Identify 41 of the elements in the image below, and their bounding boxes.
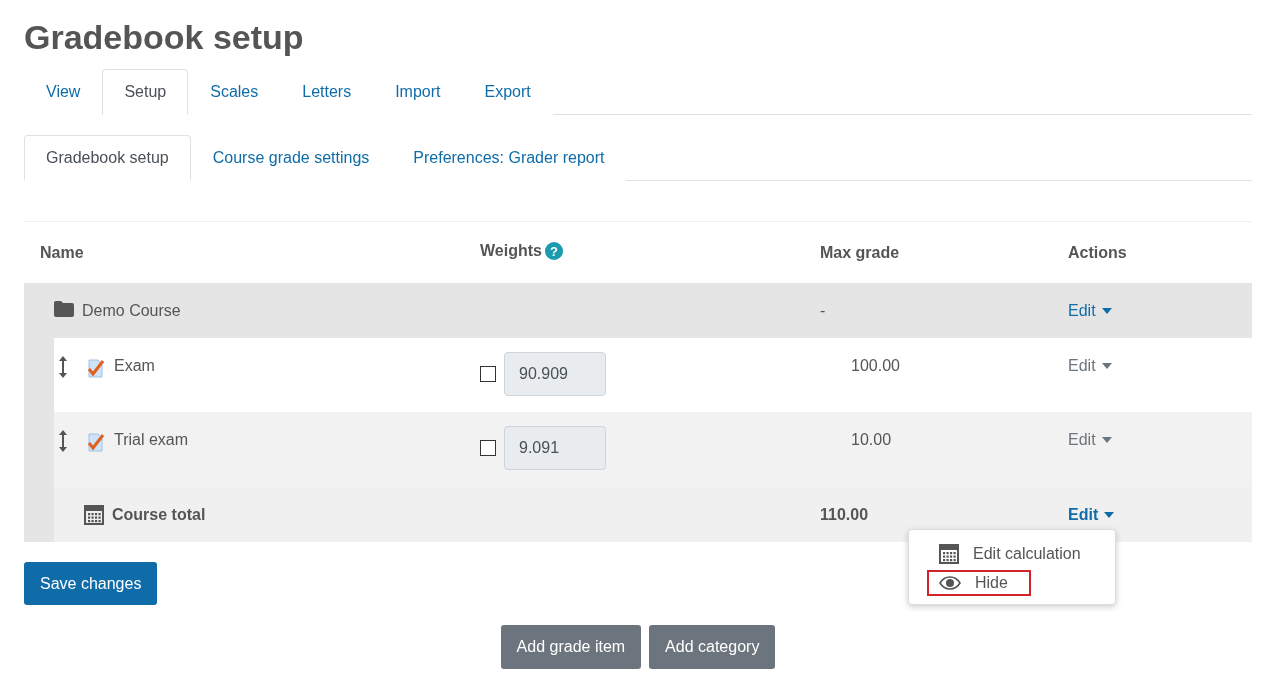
weight-field[interactable]: 9.091 [504,426,606,470]
item-name: Exam [114,356,155,376]
caret-icon [1104,512,1115,518]
caret-icon [1101,308,1112,314]
tab[interactable]: Gradebook setup [24,135,191,181]
calculator-icon [939,544,959,564]
tab[interactable]: Setup [102,69,189,115]
column-header: Max grade [820,243,900,262]
menu-item[interactable]: Hide [927,570,1031,596]
edit-menu-link[interactable]: Edit [1068,430,1112,450]
help-icon[interactable]: ? [544,241,563,260]
move-icon[interactable] [58,430,68,452]
weight-checkbox[interactable] [480,366,496,382]
calculator-icon [84,505,104,525]
move-icon[interactable] [58,356,68,378]
assignment-icon [86,432,106,452]
menu-item[interactable]: Edit calculation [927,540,1093,568]
edit-menu-link[interactable]: Edit [1068,505,1115,525]
folder-icon [54,301,74,317]
max-grade: - [820,301,826,321]
add-button[interactable]: Add grade item [500,625,642,669]
eye-icon [939,576,961,590]
item-name: Trial exam [114,430,189,450]
max-grade: 110.00 [820,505,869,525]
save-changes-button[interactable]: Save changes [24,562,158,605]
max-grade: 10.00 [851,430,892,450]
item-name: Demo Course [82,301,181,321]
item-name: Course total [112,505,206,525]
edit-menu-link[interactable]: Edit [1068,356,1112,376]
column-header: Actions [1068,243,1127,262]
add-button[interactable]: Add category [649,625,776,669]
max-grade: 100.00 [851,356,900,376]
page-title: Gradebook setup [24,18,305,57]
assignment-icon [86,358,106,378]
edit-menu-link[interactable]: Edit [1068,301,1112,321]
caret-icon [1101,437,1112,443]
column-header: Name [40,243,84,262]
column-header: Weights [480,241,542,260]
caret-icon [1101,363,1112,369]
weight-field[interactable]: 90.909 [504,352,606,396]
weight-checkbox[interactable] [480,440,496,456]
